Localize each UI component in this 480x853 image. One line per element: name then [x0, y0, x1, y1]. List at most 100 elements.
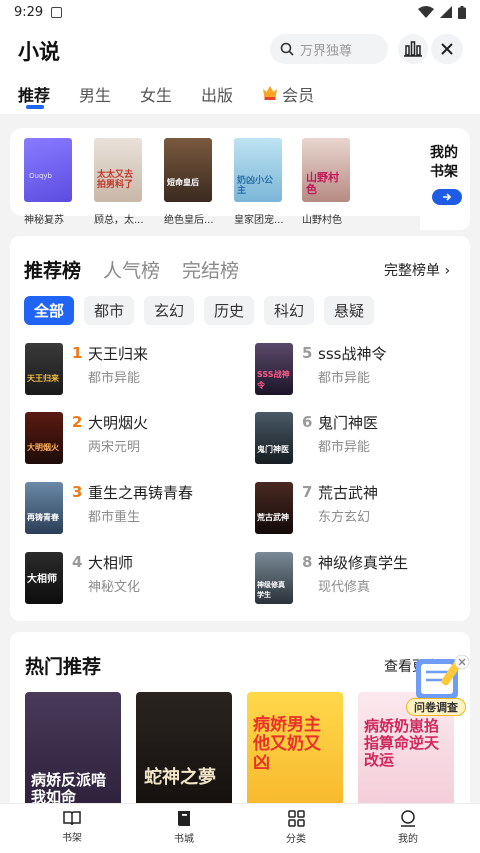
arrow-right-icon: [432, 189, 462, 205]
book-cover: 再铸青春: [25, 482, 63, 534]
full-list-link[interactable]: 完整榜单 ›: [384, 260, 450, 280]
book-title: 神级修真学生: [318, 554, 409, 572]
wifi-icon: [418, 6, 434, 18]
book-category: 现代修真: [318, 580, 371, 595]
tab-vip[interactable]: 会员: [262, 78, 314, 114]
chip-all[interactable]: 全部: [24, 296, 74, 325]
book-category: 都市异能: [318, 371, 371, 386]
rank-number: 1: [72, 344, 83, 362]
nav-profile[interactable]: 我的: [378, 810, 438, 845]
chip-history[interactable]: 历史: [204, 296, 254, 325]
header: 小说 万界独尊: [0, 24, 480, 78]
book-cover: 鬼门神医: [255, 412, 293, 464]
section-title: 热门推荐: [25, 656, 102, 678]
profile-icon: [401, 810, 415, 827]
rank-number: 4: [72, 553, 83, 571]
close-icon: [441, 43, 453, 55]
ranking-card: 推荐榜 人气榜 完结榜 完整榜单 › 全部 都市 玄幻 历史 科幻 悬疑 天王归…: [10, 236, 470, 621]
ranking-item-8[interactable]: 神级修真学生 8 神级修真学生 现代修真: [255, 552, 465, 604]
book-title: 天王归来: [88, 345, 149, 363]
book-title: 大明烟火: [88, 414, 149, 432]
book-category: 两宋元明: [88, 440, 141, 455]
survey-float-button[interactable]: 问卷调查: [398, 654, 472, 719]
shelf-book-label: 神秘复苏: [24, 215, 64, 226]
chip-scifi[interactable]: 科幻: [264, 296, 314, 325]
rank-number: 8: [302, 553, 313, 571]
book-open-icon: [63, 811, 81, 826]
rank-number: 7: [302, 483, 313, 501]
ranking-item-3[interactable]: 再铸青春 3 重生之再铸青春 都市重生: [25, 482, 235, 534]
shelf-book-3[interactable]: 短命皇后: [164, 138, 212, 202]
book-title: 荒古武神: [318, 484, 379, 502]
chevron-right-icon: ›: [444, 263, 451, 279]
chip-urban[interactable]: 都市: [84, 296, 134, 325]
status-icons: [418, 5, 466, 19]
crown-icon: [263, 86, 278, 100]
tab-publish[interactable]: 出版: [201, 78, 233, 114]
my-bookshelf-label: 我的书架: [430, 145, 458, 180]
chip-fantasy[interactable]: 玄幻: [144, 296, 194, 325]
page-title: 小说: [18, 40, 60, 64]
rank-number: 2: [72, 413, 83, 431]
book-title: 大相师: [88, 554, 134, 572]
book-category: 都市异能: [318, 440, 371, 455]
shelf-book-1[interactable]: Ouqyb: [24, 138, 72, 202]
tab-female[interactable]: 女生: [140, 78, 172, 114]
book-cover: 天王归来: [25, 343, 63, 395]
shelf-book-2[interactable]: 太太又去拍男科了: [94, 138, 142, 202]
shelf-book-label: 顾总，太...: [94, 215, 144, 226]
tab-recommend-rank[interactable]: 推荐榜: [24, 256, 81, 283]
rank-number: 3: [72, 483, 83, 501]
ranking-item-4[interactable]: 大相师 4 大相师 神秘文化: [25, 552, 235, 604]
book-title: sss战神令: [318, 345, 387, 363]
book-cover: 大明烟火: [25, 412, 63, 464]
tab-popular-rank[interactable]: 人气榜: [103, 256, 160, 283]
close-button[interactable]: [431, 34, 463, 64]
survey-label: 问卷调查: [406, 698, 466, 716]
category-chips: 全部 都市 玄幻 历史 科幻 悬疑: [24, 296, 374, 325]
ranking-item-5[interactable]: SSS战神令 5 sss战神令 都市异能: [255, 343, 465, 395]
tab-male[interactable]: 男生: [79, 78, 111, 114]
bar-chart-icon: [404, 41, 422, 57]
nav-bookstore[interactable]: 书城: [154, 810, 214, 845]
rank-number: 5: [302, 344, 313, 362]
status-bar: 9:29: [0, 0, 480, 24]
ranking-button[interactable]: [398, 34, 428, 64]
book-category: 神秘文化: [88, 580, 141, 595]
bookstore-icon: [178, 811, 190, 826]
book-title: 重生之再铸青春: [88, 484, 194, 502]
search-placeholder: 万界独尊: [300, 43, 353, 59]
grid-icon: [287, 810, 305, 827]
book-category: 东方玄幻: [318, 510, 371, 525]
book-cover: SSS战神令: [255, 343, 293, 395]
book-category: 都市异能: [88, 371, 141, 386]
nav-bookshelf[interactable]: 书架: [42, 810, 102, 844]
status-time: 9:29: [14, 4, 44, 20]
search-box[interactable]: 万界独尊: [270, 34, 388, 64]
signal-icon: [440, 6, 452, 18]
ranking-item-6[interactable]: 鬼门神医 6 鬼门神医 都市异能: [255, 412, 465, 464]
rank-number: 6: [302, 413, 313, 431]
bookshelf-strip: Ouqyb 神秘复苏 太太又去拍男科了 顾总，太... 短命皇后 绝色皇后...…: [10, 122, 470, 230]
channel-tabs: 推荐 男生 女生 出版 会员: [0, 78, 480, 114]
book-cover: 神级修真学生: [255, 552, 293, 604]
ranking-item-7[interactable]: 荒古武神 7 荒古武神 东方玄幻: [255, 482, 465, 534]
ranking-item-1[interactable]: 天王归来 1 天王归来 都市异能: [25, 343, 235, 395]
book-cover: 荒古武神: [255, 482, 293, 534]
shelf-book-label: 山野村色: [302, 215, 342, 226]
bottom-nav: 书架 书城 分类 我的: [0, 803, 480, 853]
battery-icon: [458, 5, 466, 19]
shelf-book-4[interactable]: 奶凶小公主: [234, 138, 282, 202]
shelf-book-5[interactable]: 山野村色: [302, 138, 350, 202]
nav-category[interactable]: 分类: [266, 810, 326, 845]
search-icon: [280, 42, 294, 56]
tab-finished-rank[interactable]: 完结榜: [182, 256, 239, 283]
tab-recommend[interactable]: 推荐: [18, 78, 50, 114]
ranking-item-2[interactable]: 大明烟火 2 大明烟火 两宋元明: [25, 412, 235, 464]
book-title: 鬼门神医: [318, 414, 379, 432]
shelf-book-label: 绝色皇后...: [164, 215, 214, 226]
my-bookshelf-button[interactable]: 我的书架: [420, 136, 470, 230]
chip-mystery[interactable]: 悬疑: [324, 296, 374, 325]
book-cover: 大相师: [25, 552, 63, 604]
shelf-book-label: 皇家团宠...: [234, 215, 284, 226]
